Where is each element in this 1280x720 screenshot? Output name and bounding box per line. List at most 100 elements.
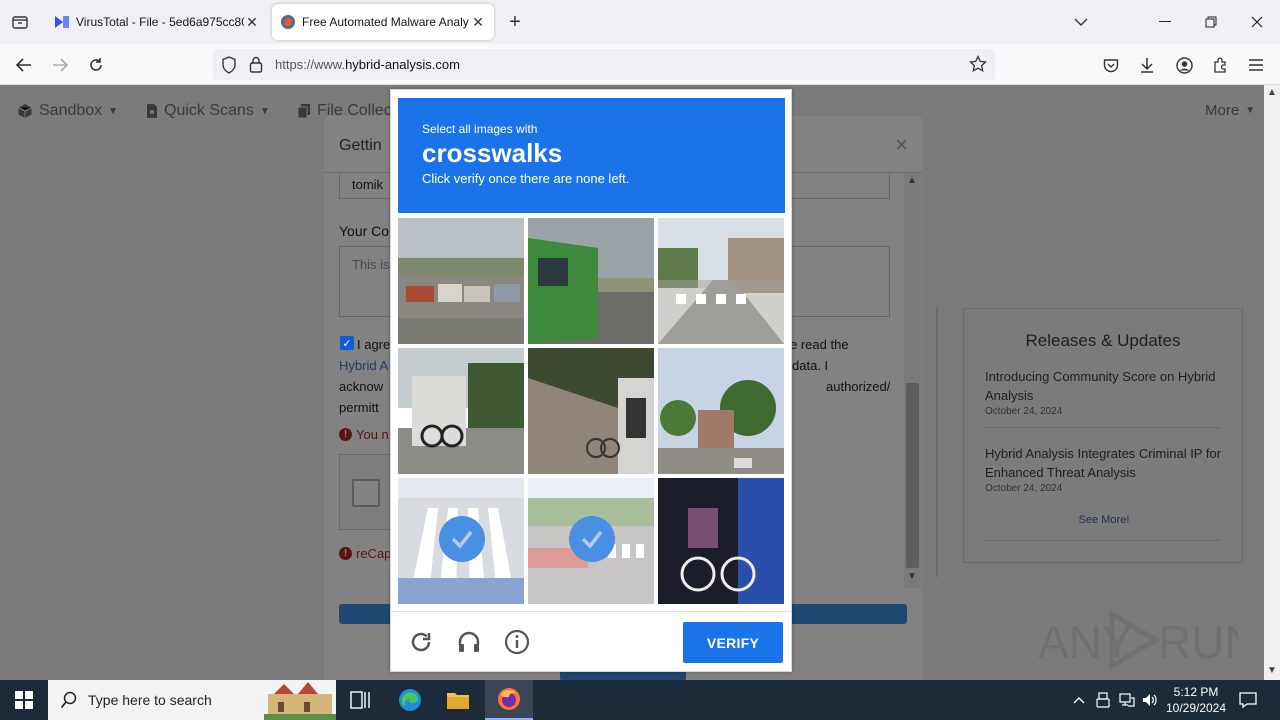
bicycle-shop-image xyxy=(658,478,784,604)
verify-button[interactable]: VERIFY xyxy=(683,622,783,663)
scroll-down-icon[interactable]: ▼ xyxy=(1267,665,1277,676)
news-date: October 24, 2024 xyxy=(985,483,1063,494)
lock-icon[interactable] xyxy=(249,56,263,76)
comment-label: Your Co xyxy=(339,223,390,239)
notifications-icon[interactable] xyxy=(1236,680,1260,720)
audio-challenge-icon[interactable] xyxy=(453,626,485,658)
modal-scrollbar[interactable]: ▲ ▼ xyxy=(904,173,921,588)
volume-icon[interactable] xyxy=(1140,680,1160,720)
caret-down-icon: ▼ xyxy=(259,105,270,117)
show-hidden-icons[interactable] xyxy=(1070,680,1088,720)
reload-icon[interactable] xyxy=(83,52,109,78)
close-tab-icon[interactable]: ✕ xyxy=(244,14,260,30)
secondary-button[interactable] xyxy=(560,671,686,680)
menu-icon[interactable] xyxy=(1243,52,1269,78)
agree-line: permitt xyxy=(339,400,379,415)
file-explorer-icon[interactable] xyxy=(434,680,482,720)
tracking-protection-icon[interactable] xyxy=(221,56,237,77)
error-message: ! You n xyxy=(339,427,389,442)
minimize-icon[interactable] xyxy=(1142,0,1188,44)
captcha-tile-selected[interactable] xyxy=(528,478,654,604)
tab-list-icon[interactable] xyxy=(8,10,32,34)
scrollbar-thumb[interactable] xyxy=(906,383,919,568)
camper-bicycle-image xyxy=(398,348,524,474)
modal-close-icon[interactable]: × xyxy=(895,132,908,158)
captcha-tile[interactable] xyxy=(658,218,784,344)
divider xyxy=(985,540,1221,541)
captcha-prompt: Select all images with xyxy=(422,122,538,136)
page-scrollbar[interactable]: ▲ ▼ xyxy=(1264,85,1280,680)
nav-more[interactable]: More ▼ xyxy=(1205,102,1255,119)
wall-bicycle-image xyxy=(528,348,654,474)
clock-time: 5:12 PM xyxy=(1173,685,1219,699)
downloads-icon[interactable] xyxy=(1134,52,1160,78)
news-item[interactable]: Introducing Community Score on Hybrid An… xyxy=(985,367,1225,419)
captcha-instruction: Click verify once there are none left. xyxy=(422,171,630,186)
virustotal-icon xyxy=(54,14,70,30)
url-text: https://www.hybrid-analysis.com xyxy=(275,57,460,72)
captcha-tile[interactable] xyxy=(528,218,654,344)
divider xyxy=(985,427,1221,428)
see-more-link[interactable]: See More! xyxy=(964,514,1244,526)
forward-icon[interactable] xyxy=(47,52,73,78)
refresh-icon[interactable] xyxy=(405,626,437,658)
address-bar[interactable]: https://www.hybrid-analysis.com xyxy=(213,49,995,80)
task-view-icon[interactable] xyxy=(336,680,384,720)
scroll-up-icon[interactable]: ▲ xyxy=(1267,87,1277,98)
extensions-icon[interactable] xyxy=(1207,52,1233,78)
news-headline[interactable]: Introducing Community Score on Hybrid An… xyxy=(985,367,1225,405)
edge-icon[interactable] xyxy=(386,680,434,720)
agree-line: I agre xyxy=(357,337,391,352)
account-icon[interactable] xyxy=(1171,52,1197,78)
captcha-tile[interactable] xyxy=(658,478,784,604)
list-all-tabs-icon[interactable] xyxy=(1058,0,1104,44)
hybrid-analysis-icon xyxy=(280,14,296,30)
nav-quick-scans[interactable]: Quick Scans ▼ xyxy=(146,102,270,120)
tab-virustotal[interactable]: VirusTotal - File - 5ed6a975cc80 ✕ xyxy=(46,4,268,40)
new-tab-icon[interactable]: + xyxy=(504,10,526,34)
agree-line: data. I xyxy=(792,358,829,373)
agree-line: authorized/ xyxy=(826,379,891,394)
system-clock[interactable]: 5:12 PM 10/29/2024 xyxy=(1158,684,1234,716)
usb-device-icon[interactable] xyxy=(1093,680,1113,720)
start-button[interactable] xyxy=(0,680,48,720)
info-icon[interactable] xyxy=(501,626,533,658)
captcha-tile[interactable] xyxy=(398,218,524,344)
tab-title: VirusTotal - File - 5ed6a975cc80 xyxy=(76,15,244,29)
tab-hybrid-analysis[interactable]: Free Automated Malware Analy ✕ xyxy=(272,4,494,40)
network-icon[interactable] xyxy=(1117,680,1137,720)
caret-down-icon: ▼ xyxy=(1245,105,1256,116)
windows-taskbar: Type here to search 5:12 PM 10/29/2024 xyxy=(0,680,1280,720)
nav-label: More xyxy=(1205,102,1240,119)
file-icon xyxy=(147,104,157,118)
recaptcha-checkbox[interactable] xyxy=(352,479,380,507)
news-item[interactable]: Hybrid Analysis Integrates Criminal IP f… xyxy=(985,444,1225,496)
taskbar-search-box[interactable]: Type here to search xyxy=(48,680,336,720)
back-icon[interactable] xyxy=(11,52,37,78)
captcha-tile-selected[interactable] xyxy=(398,478,524,604)
error-message: ! reCap xyxy=(339,546,391,561)
captcha-target: crosswalks xyxy=(422,138,563,168)
clock-date: 10/29/2024 xyxy=(1165,701,1227,715)
search-placeholder: Type here to search xyxy=(88,692,212,708)
bookmark-star-icon[interactable] xyxy=(969,54,987,76)
anyrun-watermark: ANY RUN xyxy=(1038,606,1258,674)
news-headline[interactable]: Hybrid Analysis Integrates Criminal IP f… xyxy=(985,444,1225,482)
pocket-icon[interactable] xyxy=(1098,52,1124,78)
captcha-tile[interactable] xyxy=(658,348,784,474)
captcha-tile[interactable] xyxy=(398,348,524,474)
street-crosswalk-image xyxy=(658,218,784,344)
close-tab-icon[interactable]: ✕ xyxy=(470,14,486,30)
hybrid-analysis-terms-link[interactable]: Hybrid A xyxy=(339,358,388,373)
firefox-icon[interactable] xyxy=(485,680,533,720)
restore-icon[interactable] xyxy=(1188,0,1234,44)
nav-sandbox[interactable]: Sandbox ▼ xyxy=(17,102,118,120)
scroll-up-icon[interactable]: ▲ xyxy=(907,175,917,186)
scroll-down-icon[interactable]: ▼ xyxy=(907,571,917,582)
divider xyxy=(936,307,938,577)
tab-title: Free Automated Malware Analy xyxy=(302,15,469,29)
browser-tab-bar: VirusTotal - File - 5ed6a975cc80 ✕ Free … xyxy=(0,0,1280,44)
close-window-icon[interactable] xyxy=(1234,0,1280,44)
captcha-tile[interactable] xyxy=(528,348,654,474)
checkmark-icon xyxy=(569,516,615,562)
